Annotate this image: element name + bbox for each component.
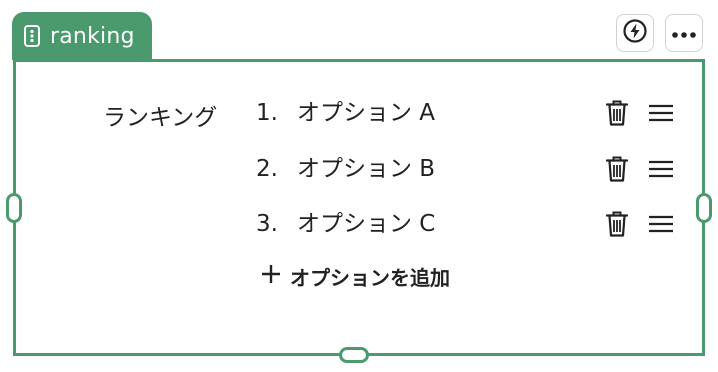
drag-handle-icon[interactable] — [648, 102, 674, 124]
drag-handle-icon[interactable] — [648, 213, 674, 235]
block-type-tab[interactable]: ranking — [12, 12, 152, 60]
lightning-bolt-icon — [622, 18, 648, 48]
resize-handle-bottom[interactable] — [339, 347, 369, 363]
trash-icon[interactable] — [604, 155, 630, 183]
plus-icon — [260, 263, 282, 289]
block-type-label: ranking — [50, 23, 135, 49]
option-text[interactable]: オプション C — [297, 204, 435, 244]
trash-icon[interactable] — [604, 210, 630, 238]
ranking-option-row[interactable]: 2. オプション B — [0, 149, 718, 189]
option-text[interactable]: オプション B — [297, 149, 435, 189]
more-options-button[interactable] — [665, 14, 703, 52]
ranking-option-row[interactable]: 3. オプション C — [0, 204, 718, 244]
option-number: 2. — [256, 156, 278, 182]
drag-handle-icon[interactable] — [648, 158, 674, 180]
option-number: 3. — [256, 211, 278, 237]
trash-icon[interactable] — [604, 99, 630, 127]
option-text[interactable]: オプション A — [297, 93, 435, 133]
add-option-label: オプションを追加 — [290, 265, 450, 290]
more-dots-icon — [671, 24, 697, 43]
logic-button[interactable] — [616, 14, 654, 52]
option-number: 1. — [256, 100, 278, 126]
ranking-option-row[interactable]: 1. オプション A — [0, 93, 718, 133]
add-option-button[interactable]: オプションを追加 — [260, 258, 450, 294]
drag-handle-icon[interactable] — [22, 24, 42, 48]
